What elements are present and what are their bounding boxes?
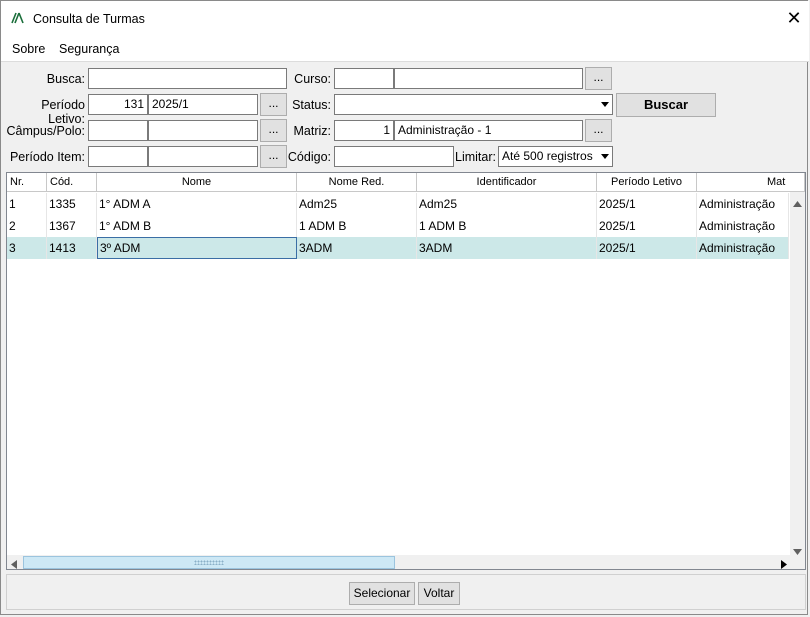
busca-input[interactable]: [88, 68, 287, 89]
cell-matriz: Administração: [697, 193, 789, 215]
busca-label: Busca:: [46, 72, 85, 86]
cell-nome: 1° ADM B: [97, 215, 297, 237]
cell-nr: 3: [7, 237, 47, 259]
title-bar: Consulta de Turmas ✕: [1, 1, 809, 37]
limitar-select[interactable]: Até 500 registros: [498, 146, 613, 167]
matriz-name-input[interactable]: Administração - 1: [394, 120, 583, 141]
matriz-lookup-button[interactable]: ...: [585, 119, 612, 142]
cell-identificador: 3ADM: [417, 237, 597, 259]
column-header-cod[interactable]: Cód.: [47, 173, 97, 192]
menu-seguranca[interactable]: Segurança: [59, 42, 119, 56]
curso-name-input[interactable]: [394, 68, 583, 89]
cell-nr: 1: [7, 193, 47, 215]
horizontal-scroll-thumb[interactable]: [23, 556, 395, 569]
cell-cod: 1413: [47, 237, 97, 259]
cell-identificador: Adm25: [417, 193, 597, 215]
column-header-periodo-letivo[interactable]: Período Letivo: [597, 173, 697, 192]
window-title: Consulta de Turmas: [33, 12, 145, 26]
dialog-window: Consulta de Turmas ✕ Sobre Segurança Bus…: [0, 0, 809, 615]
curso-label: Curso:: [294, 72, 331, 86]
cell-nome-red: 3ADM: [297, 237, 417, 259]
cell-nome-focused[interactable]: 3º ADM: [97, 237, 297, 259]
cell-matriz: Administração: [697, 237, 789, 259]
cell-periodo-letivo: 2025/1: [597, 237, 697, 259]
chevron-down-icon: [601, 102, 609, 107]
selecionar-button[interactable]: Selecionar: [349, 582, 415, 605]
scroll-right-icon[interactable]: [781, 558, 787, 569]
cell-nr: 2: [7, 215, 47, 237]
limitar-value: Até 500 registros: [502, 149, 593, 163]
periodo-letivo-input[interactable]: 2025/1: [148, 94, 258, 115]
menu-sobre[interactable]: Sobre: [12, 42, 45, 56]
status-label: Status:: [292, 98, 331, 112]
cell-periodo-letivo: 2025/1: [597, 193, 697, 215]
periodo-item-code-input[interactable]: [88, 146, 148, 167]
cell-matriz: Administração: [697, 215, 789, 237]
status-select[interactable]: [334, 94, 613, 115]
periodo-letivo-code-input[interactable]: 131: [88, 94, 148, 115]
menu-bar: Sobre Segurança: [1, 37, 809, 62]
matriz-code-input[interactable]: 1: [334, 120, 394, 141]
campus-code-input[interactable]: [88, 120, 148, 141]
grip-icon: [194, 560, 224, 565]
periodo-item-label: Período Item:: [9, 150, 85, 164]
table-row[interactable]: 2 1367 1° ADM B 1 ADM B 1 ADM B 2025/1 A…: [7, 215, 789, 237]
column-header-nome[interactable]: Nome: [97, 173, 297, 192]
curso-code-input[interactable]: [334, 68, 394, 89]
cell-cod: 1367: [47, 215, 97, 237]
periodo-item-input[interactable]: [148, 146, 258, 167]
cell-periodo-letivo: 2025/1: [597, 215, 697, 237]
cell-identificador: 1 ADM B: [417, 215, 597, 237]
results-grid: Nr. Cód. Nome Nome Red. Identificador Pe…: [6, 172, 806, 570]
voltar-label: Voltar: [423, 586, 455, 600]
codigo-label: Código:: [287, 150, 331, 164]
column-header-identificador[interactable]: Identificador: [417, 173, 597, 192]
table-row-selected[interactable]: 3 1413 3º ADM 3ADM 3ADM 2025/1 Administr…: [7, 237, 789, 259]
table-row[interactable]: 1 1335 1° ADM A Adm25 Adm25 2025/1 Admin…: [7, 193, 789, 215]
codigo-input[interactable]: [334, 146, 454, 167]
matriz-label: Matriz:: [293, 124, 332, 138]
column-header-nome-red[interactable]: Nome Red.: [297, 173, 417, 192]
buscar-button[interactable]: Buscar: [616, 93, 716, 117]
campus-label: Câmpus/Polo:: [6, 124, 85, 138]
periodo-letivo-label: Período Letivo:: [41, 98, 85, 126]
limitar-label: Limitar:: [455, 150, 496, 164]
curso-lookup-button[interactable]: ...: [585, 67, 612, 90]
close-icon: ✕: [786, 8, 802, 28]
cell-nome-red: Adm25: [297, 193, 417, 215]
column-header-matriz[interactable]: Mat: [697, 173, 805, 192]
cell-nome-red: 1 ADM B: [297, 215, 417, 237]
app-logo-icon: [11, 12, 25, 27]
scroll-up-icon[interactable]: [793, 196, 802, 210]
voltar-button[interactable]: Voltar: [418, 582, 460, 605]
campus-name-input[interactable]: [148, 120, 258, 141]
selecionar-label: Selecionar: [353, 586, 411, 600]
close-button[interactable]: ✕: [783, 7, 805, 29]
vertical-scrollbar[interactable]: [790, 192, 805, 555]
cell-cod: 1335: [47, 193, 97, 215]
scroll-left-icon[interactable]: [11, 558, 17, 569]
column-header-nr[interactable]: Nr.: [7, 173, 47, 192]
cell-nome: 1° ADM A: [97, 193, 297, 215]
chevron-down-icon: [601, 154, 609, 159]
horizontal-scrollbar[interactable]: [7, 555, 805, 569]
